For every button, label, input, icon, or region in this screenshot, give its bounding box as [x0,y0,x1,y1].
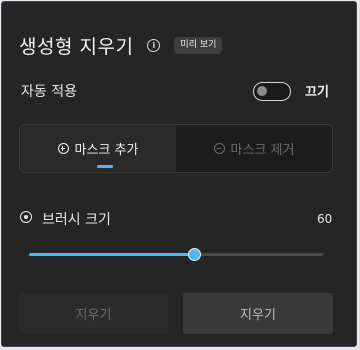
brush-target-icon [20,211,32,223]
panel-header: 생성형 지우기 i 미리 보기 [19,32,223,59]
auto-apply-toggle[interactable] [253,82,291,101]
active-tab-indicator [97,165,113,168]
plus-circle-icon [57,143,69,154]
toggle-knob [257,86,267,96]
add-mask-label: 마스크 추가 [74,143,139,158]
info-icon[interactable]: i [147,39,161,52]
auto-apply-label: 자동 적용 [21,84,77,100]
generative-erase-panel: 생성형 지우기 i 미리 보기 자동 적용 끄기 마스크 추가 마스크 제거 브… [1,1,357,347]
minus-circle-icon [213,143,225,154]
slider-fill [29,253,194,256]
remove-mask-label: 마스크 제거 [230,143,295,158]
preview-badge[interactable]: 미리 보기 [174,37,223,54]
toggle-state-label: 끄기 [305,85,329,100]
erase-secondary-button[interactable]: 지우기 [19,293,168,334]
mask-mode-segmented-control: 마스크 추가 마스크 제거 [19,124,333,173]
brush-size-label: 브러시 크기 [42,212,111,228]
panel-title: 생성형 지우기 [19,36,134,58]
slider-thumb[interactable] [187,248,201,261]
brush-size-slider[interactable] [29,248,323,261]
brush-size-value: 60 [317,212,333,226]
remove-mask-tab[interactable]: 마스크 제거 [176,125,332,172]
erase-button[interactable]: 지우기 [183,293,333,334]
